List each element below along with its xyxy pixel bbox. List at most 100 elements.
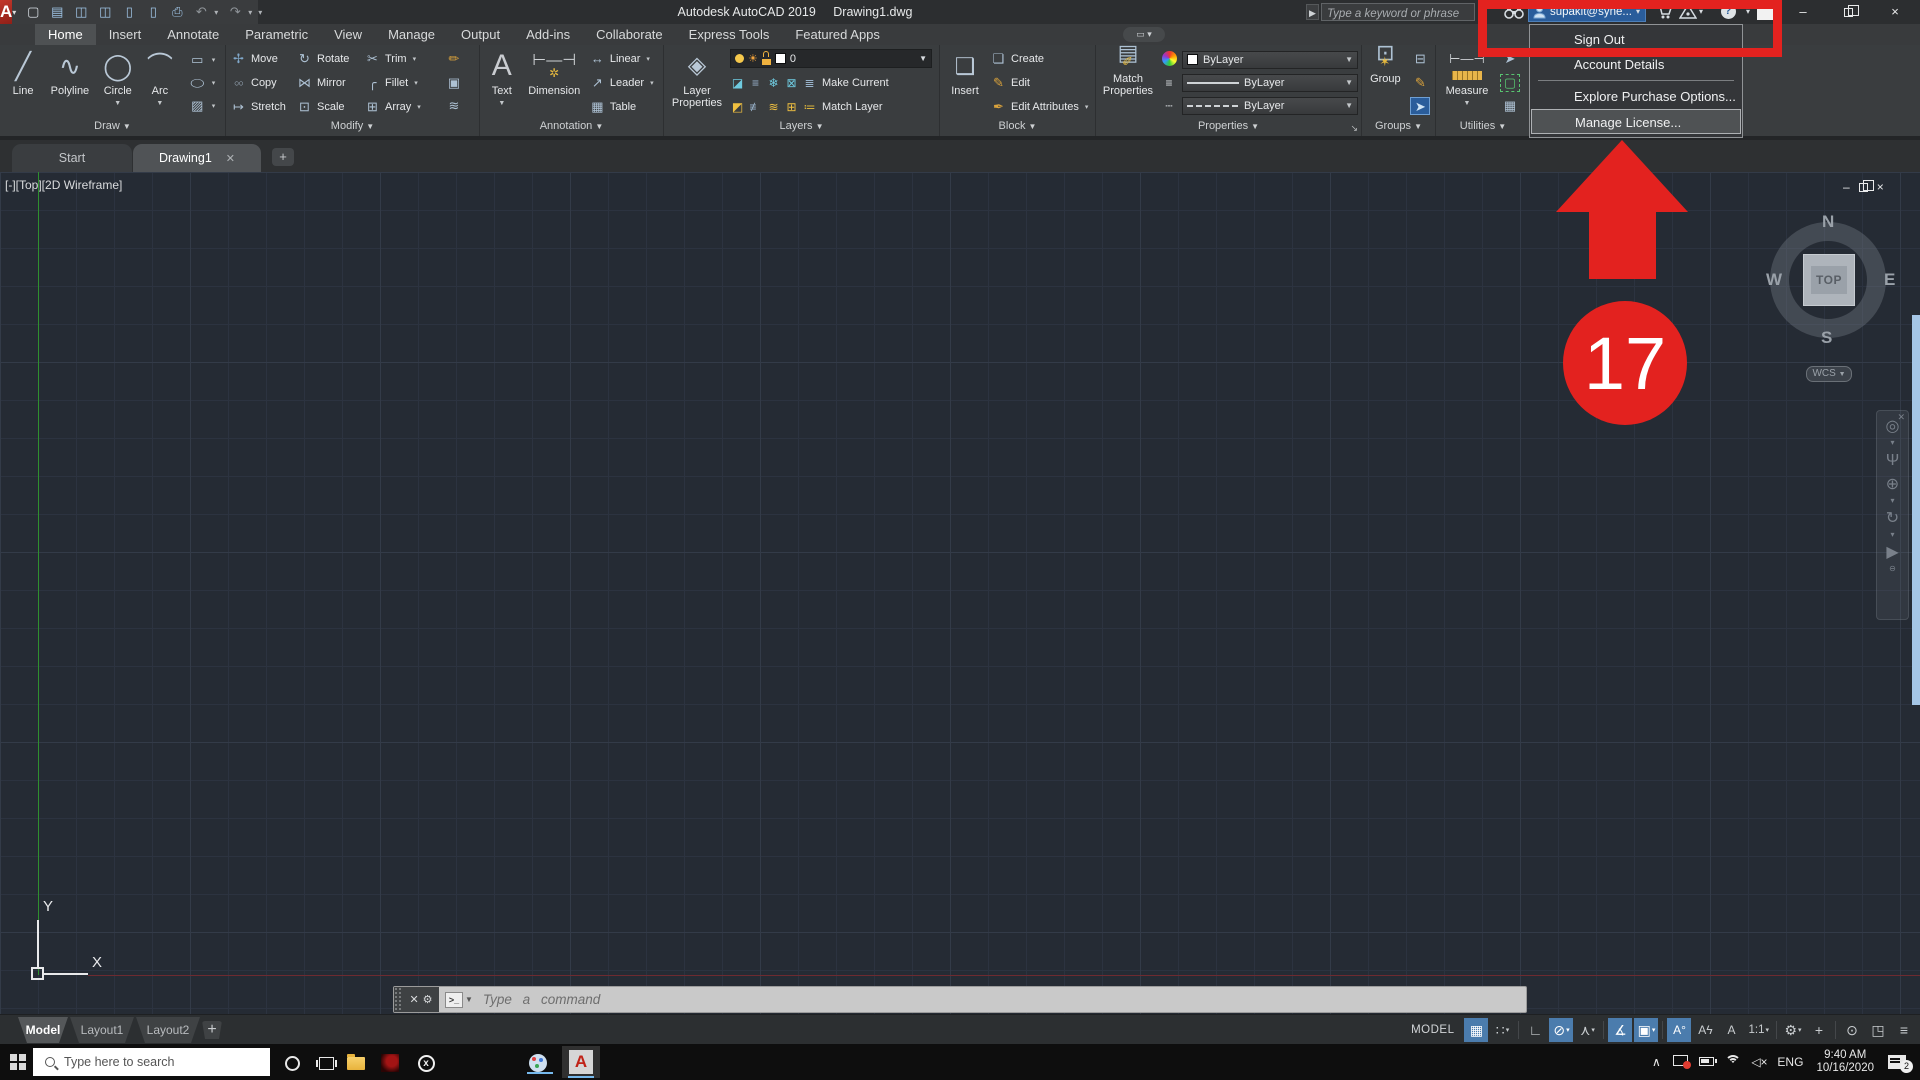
trim-button[interactable]: ✂Trim▾ bbox=[364, 49, 438, 68]
linetype-icon[interactable]: ┄ bbox=[1160, 99, 1178, 113]
viewport-controls-label[interactable]: [-][Top][2D Wireframe] bbox=[5, 178, 122, 192]
object-color-icon[interactable] bbox=[1160, 51, 1178, 69]
polyline-button[interactable]: ∿ Polyline bbox=[46, 47, 94, 118]
customization-menu-icon[interactable]: ≡ bbox=[1892, 1018, 1916, 1042]
action-center-icon[interactable]: 2 bbox=[1888, 1055, 1906, 1069]
menu-item-explore-purchase-options[interactable]: Explore Purchase Options... bbox=[1530, 84, 1742, 109]
match-layer-label[interactable]: Match Layer bbox=[822, 101, 883, 113]
cortana-icon[interactable] bbox=[278, 1052, 306, 1074]
insert-block-button[interactable]: ❑ Insert bbox=[944, 47, 986, 118]
model-space-button[interactable]: MODEL bbox=[1403, 1018, 1462, 1042]
viewcube-south[interactable]: S bbox=[1821, 328, 1832, 348]
command-recent-dropdown-icon[interactable]: ▼ bbox=[465, 995, 473, 1004]
mirror-button[interactable]: ⋈Mirror bbox=[296, 73, 360, 92]
battery-icon[interactable] bbox=[1692, 1055, 1720, 1069]
create-block-button[interactable]: ❏Create bbox=[990, 49, 1092, 68]
file-tab-start[interactable]: Start bbox=[12, 144, 132, 172]
ungroup-icon[interactable]: ⊟ bbox=[1410, 50, 1430, 68]
wifi-icon[interactable] bbox=[1720, 1055, 1746, 1070]
upload-to-mobile-icon[interactable]: ▯ bbox=[118, 2, 140, 22]
clean-screen-icon[interactable]: ◳ bbox=[1866, 1018, 1890, 1042]
dimension-button[interactable]: ⊢—⊣✲ Dimension bbox=[524, 47, 585, 118]
panel-label-draw[interactable]: Draw ▼ bbox=[0, 119, 225, 136]
rotate-button[interactable]: ↻Rotate bbox=[296, 49, 360, 68]
file-tab-drawing1[interactable]: Drawing1✕ bbox=[133, 144, 261, 172]
tab-parametric[interactable]: Parametric bbox=[232, 24, 321, 45]
panel-label-modify[interactable]: Modify ▼ bbox=[226, 119, 479, 136]
isometric-drafting-icon[interactable]: ⋏▾ bbox=[1575, 1018, 1599, 1042]
color-combo-dropdown-icon[interactable]: ▼ bbox=[1345, 55, 1353, 64]
undo-dropdown-icon[interactable]: ▾ bbox=[214, 8, 222, 17]
stretch-button[interactable]: ↦Stretch bbox=[230, 97, 292, 116]
layer-on-all-icon[interactable]: ◩ bbox=[730, 100, 745, 114]
text-button[interactable]: A Text ▼ bbox=[484, 47, 520, 118]
layer-select-combo[interactable]: ☀ 0 ▼ bbox=[730, 49, 932, 68]
color-combo[interactable]: ByLayer ▼ bbox=[1182, 51, 1358, 69]
paint-app-icon[interactable] bbox=[524, 1052, 552, 1074]
zoom-extents-icon[interactable]: ⊕ bbox=[1886, 473, 1899, 497]
showmotion-icon[interactable]: ▶ bbox=[1886, 541, 1898, 565]
viewcube-top-face[interactable]: TOP bbox=[1803, 254, 1855, 306]
navbar-close-icon[interactable]: ✕ bbox=[1897, 412, 1905, 423]
download-from-mobile-icon[interactable]: ▯ bbox=[142, 2, 164, 22]
restore-button[interactable] bbox=[1831, 0, 1865, 24]
annotation-monitor-icon[interactable]: + bbox=[1807, 1018, 1831, 1042]
autoscale-icon[interactable]: A° bbox=[1667, 1018, 1691, 1042]
tab-add-ins[interactable]: Add-ins bbox=[513, 24, 583, 45]
text-dropdown-icon[interactable]: ▼ bbox=[498, 98, 505, 110]
fillet-button[interactable]: ╭Fillet▾ bbox=[364, 73, 438, 92]
minimize-button[interactable]: – bbox=[1786, 0, 1820, 24]
tab-express-tools[interactable]: Express Tools bbox=[676, 24, 783, 45]
viewcube-east[interactable]: E bbox=[1884, 270, 1895, 290]
xbox-icon[interactable]: x bbox=[412, 1052, 440, 1074]
new-layout-icon[interactable]: + bbox=[202, 1021, 222, 1039]
command-line[interactable]: ✕ ⚙ >_ ▼ bbox=[393, 986, 1527, 1013]
command-line-grip[interactable] bbox=[394, 987, 403, 1012]
wcs-menu-button[interactable]: WCS ▼ bbox=[1806, 366, 1852, 382]
layer-combo-dropdown-icon[interactable]: ▼ bbox=[919, 54, 927, 63]
tab-home[interactable]: Home bbox=[35, 24, 96, 45]
start-button-icon[interactable] bbox=[10, 1054, 26, 1070]
workspace-gear-icon[interactable]: ⚙▾ bbox=[1781, 1018, 1805, 1042]
layout-tab-layout1[interactable]: Layout1 bbox=[70, 1017, 134, 1043]
tab-featured-apps[interactable]: Featured Apps bbox=[782, 24, 893, 45]
orbit-dropdown-icon[interactable]: ▾ bbox=[1890, 531, 1894, 541]
linear-dimension-button[interactable]: ↔Linear▾ bbox=[589, 49, 660, 68]
match-properties-button[interactable]: ▤✐ Match Properties bbox=[1100, 47, 1156, 118]
command-customize-icon[interactable]: ⚙ bbox=[423, 993, 433, 1006]
tab-output[interactable]: Output bbox=[448, 24, 513, 45]
layout-tab-model[interactable]: Model bbox=[18, 1017, 68, 1043]
annotation-auto-icon[interactable]: Aϟ bbox=[1693, 1018, 1717, 1042]
tab-view[interactable]: View bbox=[321, 24, 375, 45]
screen-share-icon[interactable] bbox=[1668, 1055, 1692, 1069]
layer-unlock-all-icon[interactable]: ⊞ bbox=[784, 100, 799, 114]
layer-lock-icon[interactable]: ⊠ bbox=[784, 76, 799, 90]
autocad-taskbar-icon[interactable]: A bbox=[562, 1046, 600, 1078]
polar-tracking-icon[interactable]: ⊘▾ bbox=[1549, 1018, 1573, 1042]
hidden-icons-chevron-icon[interactable]: ∧ bbox=[1644, 1055, 1668, 1069]
file-explorer-icon[interactable] bbox=[342, 1052, 370, 1074]
zoom-dropdown-icon[interactable]: ▾ bbox=[1890, 497, 1894, 507]
infocenter-search-input[interactable] bbox=[1322, 6, 1474, 22]
measure-button[interactable]: ⊢—⊣ Measure ▼ bbox=[1440, 47, 1494, 118]
offset-icon[interactable]: ≋ bbox=[444, 97, 464, 115]
navbar-collapse-icon[interactable]: ⊖ bbox=[1889, 565, 1896, 575]
erase-icon[interactable]: ✏ bbox=[444, 50, 464, 68]
pan-icon[interactable]: Ψ bbox=[1886, 449, 1899, 473]
ortho-toggle-icon[interactable]: ∟ bbox=[1523, 1018, 1547, 1042]
snap-toggle-icon[interactable]: ∷▾ bbox=[1490, 1018, 1514, 1042]
grid-toggle-icon[interactable]: ▦ bbox=[1464, 1018, 1488, 1042]
save-as-icon[interactable]: ◫ bbox=[94, 2, 116, 22]
measure-dropdown-icon[interactable]: ▼ bbox=[1464, 98, 1471, 110]
language-indicator[interactable]: ENG bbox=[1772, 1055, 1808, 1069]
tab-annotate[interactable]: Annotate bbox=[154, 24, 232, 45]
layer-thaw-all-icon[interactable]: ≋ bbox=[766, 100, 781, 114]
layer-isolate-icon[interactable]: ≡ bbox=[748, 76, 763, 90]
panel-label-properties[interactable]: Properties ▼ bbox=[1096, 119, 1361, 136]
command-close-icon[interactable]: ✕ bbox=[409, 993, 418, 1006]
group-edit-icon[interactable]: ✎ bbox=[1410, 74, 1430, 92]
isolate-objects-icon[interactable]: ⊙ bbox=[1840, 1018, 1864, 1042]
tab-insert[interactable]: Insert bbox=[96, 24, 155, 45]
arc-button[interactable]: ⌒ Arc ▼ bbox=[142, 47, 178, 118]
group-button[interactable]: ⊡✶ Group bbox=[1366, 47, 1405, 118]
